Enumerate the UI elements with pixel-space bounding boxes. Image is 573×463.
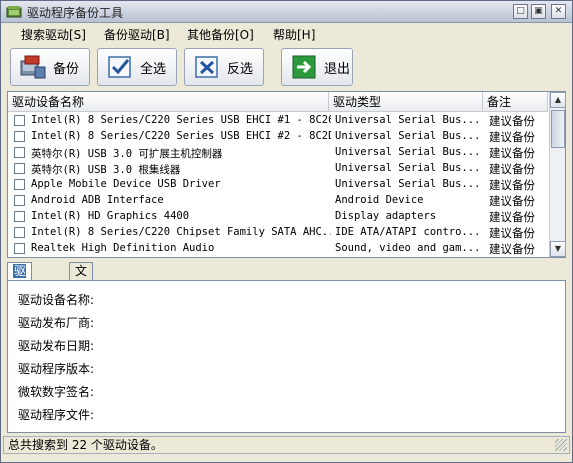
- row-checkbox[interactable]: [14, 227, 25, 238]
- backup-button[interactable]: 备份: [10, 48, 90, 86]
- scroll-thumb[interactable]: [551, 110, 565, 148]
- select-all-button[interactable]: 全选: [97, 48, 177, 86]
- driver-version-label: 驱动程序版本:: [18, 362, 95, 376]
- driver-type-cell: IDE ATA/ATAPI contro...: [335, 226, 481, 238]
- device-name-label: 驱动设备名称:: [18, 293, 95, 307]
- driver-type-cell: Universal Serial Bus...: [335, 162, 481, 174]
- window-title: 驱动程序备份工具: [27, 6, 124, 20]
- row-checkbox[interactable]: [14, 147, 25, 158]
- note-cell: 建议备份: [489, 178, 535, 192]
- driver-files-label: 驱动程序文件:: [18, 408, 95, 422]
- digital-signature-label: 微软数字签名:: [18, 385, 95, 399]
- row-checkbox[interactable]: [14, 115, 25, 126]
- app-icon: [6, 6, 22, 18]
- row-checkbox[interactable]: [14, 163, 25, 174]
- status-bar: 总共搜索到 22 个驱动设备。: [3, 436, 570, 454]
- toolbar: 备份 全选 反选 退出: [1, 45, 572, 91]
- table-row[interactable]: Intel(R) 8 Series/C220 Series USB EHCI #…: [8, 113, 548, 129]
- title-bar[interactable]: 驱动程序备份工具 □ ▣ ✕: [1, 1, 572, 23]
- note-cell: 建议备份: [489, 114, 535, 128]
- checkmark-icon: [108, 56, 131, 78]
- status-text: 总共搜索到 22 个驱动设备。: [8, 438, 163, 452]
- scroll-down-icon[interactable]: ▼: [550, 241, 566, 257]
- restore-button[interactable]: ▣: [531, 4, 546, 19]
- menu-other-backup[interactable]: 其他备份[O]: [187, 26, 254, 43]
- row-checkbox[interactable]: [14, 243, 25, 254]
- driver-type-cell: Universal Serial Bus...: [335, 130, 481, 142]
- device-name-cell: Intel(R) 8 Series/C220 Series USB EHCI #…: [31, 130, 331, 142]
- table-row[interactable]: Realtek High Definition Audio Sound, vid…: [8, 241, 548, 257]
- column-header-driver-type[interactable]: 驱动类型: [329, 92, 483, 112]
- device-name-cell: Intel(R) 8 Series/C220 Series USB EHCI #…: [31, 114, 331, 126]
- row-checkbox[interactable]: [14, 195, 25, 206]
- device-name-cell: 英特尔(R) USB 3.0 根集线器: [31, 164, 181, 176]
- exit-button[interactable]: 退出: [281, 48, 353, 86]
- note-cell: 建议备份: [489, 194, 535, 208]
- list-header: 驱动设备名称 驱动类型 备注: [8, 92, 548, 112]
- column-header-device-name[interactable]: 驱动设备名称: [8, 92, 329, 112]
- row-checkbox[interactable]: [14, 179, 25, 190]
- driver-details-panel: 驱动设备名称: 驱动发布厂商: 驱动发布日期: 驱动程序版本: 微软数字签名: …: [7, 280, 566, 433]
- invert-selection-button-label: 反选: [227, 61, 254, 77]
- row-checkbox[interactable]: [14, 211, 25, 222]
- driver-type-cell: Universal Serial Bus...: [335, 114, 481, 126]
- device-name-cell: Apple Mobile Device USB Driver: [31, 178, 221, 190]
- note-cell: 建议备份: [489, 146, 535, 160]
- table-row[interactable]: Intel(R) HD Graphics 4400 Display adapte…: [8, 209, 548, 225]
- row-checkbox[interactable]: [14, 131, 25, 142]
- menu-bar: 搜索驱动[S] 备份驱动[B] 其他备份[O] 帮助[H]: [1, 24, 572, 44]
- driver-list[interactable]: 驱动设备名称 驱动类型 备注 Intel(R) 8 Series/C220 Se…: [7, 91, 566, 258]
- resize-grip-icon[interactable]: [555, 439, 567, 451]
- driver-type-cell: Universal Serial Bus...: [335, 146, 481, 158]
- note-cell: 建议备份: [489, 162, 535, 176]
- scroll-up-icon[interactable]: ▲: [550, 92, 566, 108]
- close-button[interactable]: ✕: [551, 4, 566, 19]
- column-header-note[interactable]: 备注: [483, 92, 548, 112]
- minimize-button[interactable]: □: [513, 4, 528, 19]
- device-name-cell: Android ADB Interface: [31, 194, 164, 206]
- list-rows: Intel(R) 8 Series/C220 Series USB EHCI #…: [8, 113, 548, 257]
- device-name-cell: Intel(R) HD Graphics 4400: [31, 210, 190, 222]
- list-scrollbar[interactable]: ▲ ▼: [549, 92, 566, 257]
- invert-selection-icon: [195, 56, 218, 78]
- menu-search-drivers[interactable]: 搜索驱动[S]: [21, 26, 86, 43]
- menu-backup-drivers[interactable]: 备份驱动[B]: [104, 26, 170, 43]
- select-all-button-label: 全选: [140, 61, 167, 77]
- driver-type-cell: Android Device: [335, 194, 424, 206]
- exit-arrow-icon: [292, 55, 316, 79]
- main-window: 驱动程序备份工具 □ ▣ ✕ 搜索驱动[S] 备份驱动[B] 其他备份[O] 帮…: [0, 0, 573, 463]
- table-row[interactable]: 英特尔(R) USB 3.0 根集线器 Universal Serial Bus…: [8, 161, 548, 177]
- device-name-cell: Intel(R) 8 Series/C220 Chipset Family SA…: [31, 226, 331, 238]
- vendor-label: 驱动发布厂商:: [18, 316, 95, 330]
- table-row[interactable]: Intel(R) 8 Series/C220 Series USB EHCI #…: [8, 129, 548, 145]
- note-cell: 建议备份: [489, 226, 535, 240]
- note-cell: 建议备份: [489, 242, 535, 256]
- table-row[interactable]: 英特尔(R) USB 3.0 可扩展主机控制器 Universal Serial…: [8, 145, 548, 161]
- table-row[interactable]: Apple Mobile Device USB Driver Universal…: [8, 177, 548, 193]
- invert-selection-button[interactable]: 反选: [184, 48, 264, 86]
- table-row[interactable]: Intel(R) 8 Series/C220 Chipset Family SA…: [8, 225, 548, 241]
- note-cell: 建议备份: [489, 130, 535, 144]
- note-cell: 建议备份: [489, 210, 535, 224]
- release-date-label: 驱动发布日期:: [18, 339, 95, 353]
- driver-type-cell: Sound, video and gam...: [335, 242, 481, 254]
- backup-button-label: 备份: [53, 61, 80, 77]
- tab-driver-summary[interactable]: 驱动摘要: [7, 262, 33, 329]
- device-name-cell: Realtek High Definition Audio: [31, 242, 215, 254]
- exit-button-label: 退出: [324, 61, 351, 77]
- menu-help[interactable]: 帮助[H]: [273, 26, 315, 43]
- device-name-cell: 英特尔(R) USB 3.0 可扩展主机控制器: [31, 148, 223, 160]
- table-row[interactable]: Android ADB Interface Android Device 建议备…: [8, 193, 548, 209]
- driver-type-cell: Universal Serial Bus...: [335, 178, 481, 190]
- tab-file-list[interactable]: 文件列表: [69, 262, 94, 329]
- backup-icon: [20, 55, 46, 79]
- driver-type-cell: Display adapters: [335, 210, 437, 222]
